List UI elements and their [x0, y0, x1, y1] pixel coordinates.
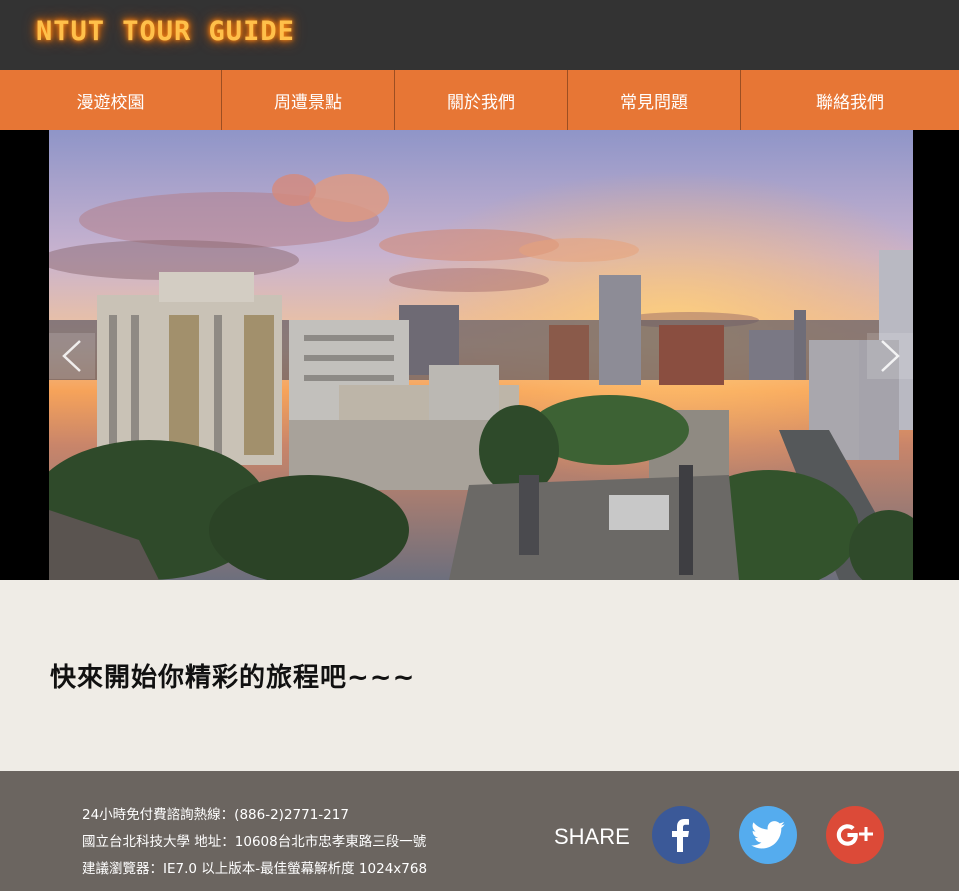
google-plus-share-button[interactable]: [826, 806, 884, 864]
nav-item-about-us[interactable]: 關於我們: [395, 70, 568, 130]
hero-slider: [0, 130, 959, 580]
facebook-icon: [672, 819, 689, 852]
site-logo[interactable]: NTUT TOUR GUIDE: [36, 16, 295, 47]
site-footer: 24小時免付費諮詢熱線：(886-2)2771-217 國立台北科技大學 地址：…: [0, 771, 959, 891]
site-header: NTUT TOUR GUIDE: [0, 0, 959, 70]
footer-address: 國立台北科技大學 地址：10608台北市忠孝東路三段一號: [82, 834, 427, 850]
chevron-right-icon: [881, 340, 900, 372]
footer-info: 24小時免付費諮詢熱線：(886-2)2771-217 國立台北科技大學 地址：…: [82, 802, 427, 883]
slider-next-button[interactable]: [867, 333, 913, 379]
slider-prev-button[interactable]: [49, 333, 95, 379]
twitter-icon: [751, 821, 785, 849]
twitter-share-button[interactable]: [739, 806, 797, 864]
nav-item-campus-tour[interactable]: 漫遊校園: [0, 70, 222, 130]
facebook-share-button[interactable]: [652, 806, 710, 864]
google-plus-icon: [836, 824, 873, 846]
nav-item-faq[interactable]: 常見問題: [568, 70, 741, 130]
footer-hotline: 24小時免付費諮詢熱線：(886-2)2771-217: [82, 807, 349, 823]
nav-item-nearby-attractions[interactable]: 周遭景點: [222, 70, 395, 130]
share-label: SHARE: [554, 824, 630, 849]
nav-item-contact-us[interactable]: 聯絡我們: [741, 70, 959, 130]
footer-browser-note: 建議瀏覽器：IE7.0 以上版本-最佳螢幕解析度 1024x768: [82, 861, 428, 877]
main-nav: 漫遊校園 周遭景點 關於我們 常見問題 聯絡我們: [0, 70, 959, 130]
main-content: 快來開始你精彩的旅程吧~~~: [0, 580, 959, 771]
page-headline: 快來開始你精彩的旅程吧~~~: [50, 663, 416, 693]
chevron-left-icon: [62, 340, 81, 372]
campus-sunset-photo: [49, 130, 913, 580]
